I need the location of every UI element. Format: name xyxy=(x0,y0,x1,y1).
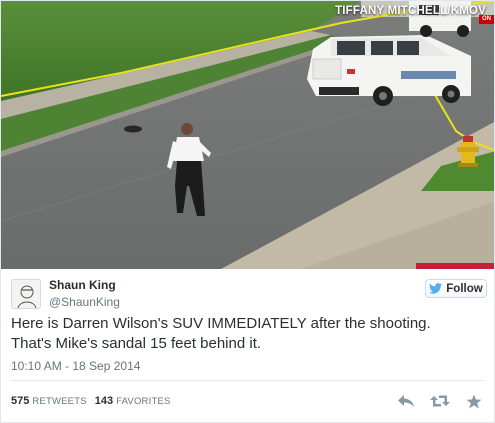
reply-icon xyxy=(398,395,414,407)
tweet-header: Shaun King @ShaunKing Follow xyxy=(11,277,487,313)
sandal xyxy=(124,125,142,133)
follow-label: Follow xyxy=(446,282,483,295)
tweet-timestamp[interactable]: 10:10 AM - 18 Sep 2014 xyxy=(11,359,140,373)
divider xyxy=(11,380,484,381)
retweet-button[interactable] xyxy=(430,392,450,410)
star-icon xyxy=(466,394,482,408)
avatar[interactable] xyxy=(11,279,41,309)
photo-scene xyxy=(1,1,494,269)
twitter-bird-icon xyxy=(429,283,443,294)
retweet-icon xyxy=(430,395,450,407)
retweets-label[interactable]: RETWEETS xyxy=(32,396,86,407)
photo-credit: TIFFANY MITCHELL/KMOV xyxy=(335,5,486,17)
author-display-name[interactable]: Shaun King xyxy=(49,278,116,292)
avatar-sketch-icon xyxy=(12,280,40,308)
tweet-actions xyxy=(396,392,484,410)
reply-button[interactable] xyxy=(396,392,416,410)
favorite-button[interactable] xyxy=(464,392,484,410)
tweet-text-line: Here is Darren Wilson's SUV IMMEDIATELY … xyxy=(11,315,431,332)
tweet-photo[interactable]: TIFFANY MITCHELL/KMOV ON xyxy=(1,1,494,269)
favorites-count[interactable]: 143 xyxy=(95,395,113,407)
author-handle[interactable]: @ShaunKing xyxy=(49,295,120,309)
embedded-tweet: TIFFANY MITCHELL/KMOV ON Shaun King @Sha… xyxy=(0,0,495,423)
tweet-text-line: That's Mike's sandal 15 feet behind it. xyxy=(11,334,262,352)
news-badge: ON xyxy=(479,15,494,24)
retweets-count[interactable]: 575 xyxy=(11,395,29,407)
tweet-text: Here is Darren Wilson's SUV IMMEDIATELY … xyxy=(11,314,481,353)
favorites-label[interactable]: FAVORITES xyxy=(116,396,170,407)
tweet-stats: 575 RETWEETS 143 FAVORITES xyxy=(11,395,179,407)
follow-button[interactable]: Follow xyxy=(425,279,487,298)
police-suv xyxy=(307,35,471,106)
